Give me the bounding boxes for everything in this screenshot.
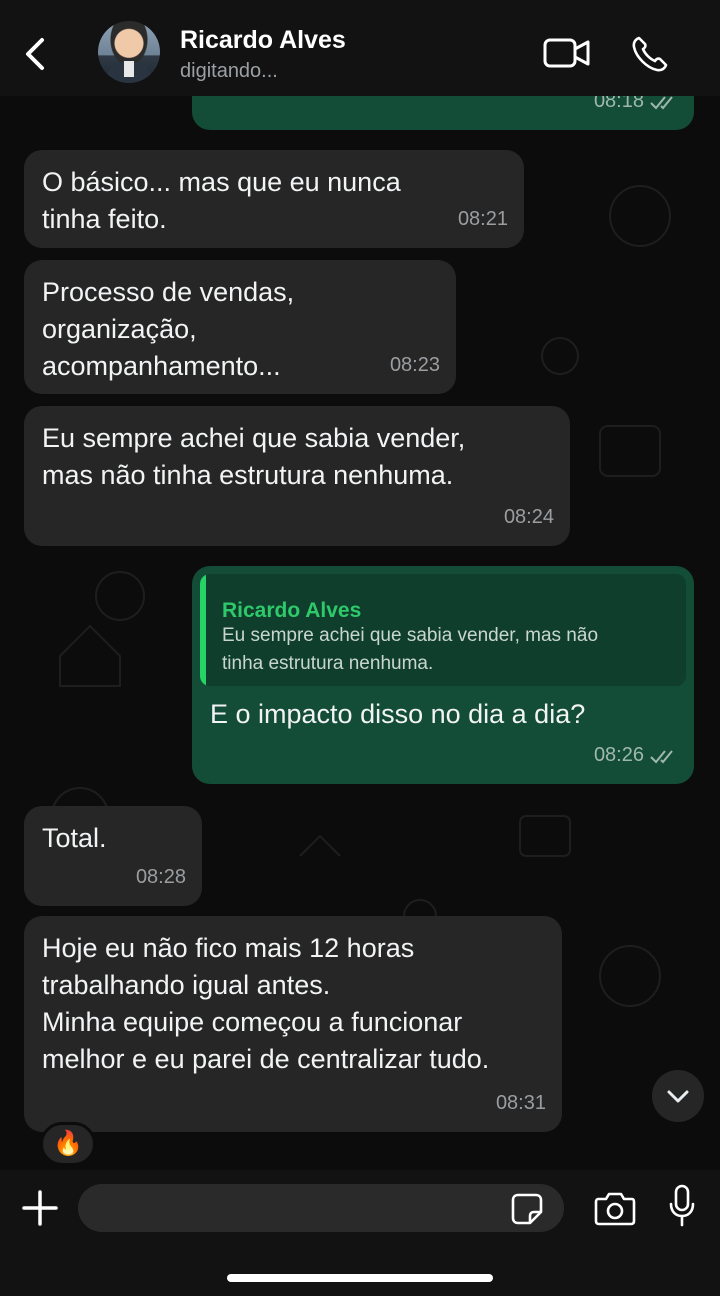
chat-header: Ricardo Alves digitando... xyxy=(0,0,720,96)
message-text: Total. xyxy=(42,823,107,853)
quote-accent-bar xyxy=(200,574,206,686)
message-bubble-incoming[interactable]: Total. 08:28 xyxy=(24,806,202,906)
message-line: Eu sempre achei que sabia vender, xyxy=(42,423,466,453)
phone-icon[interactable] xyxy=(630,34,670,74)
chat-area[interactable]: 08:18 O básico... mas que eu nunca tinha… xyxy=(0,96,720,1170)
message-line: O básico... mas que eu nunca xyxy=(42,167,401,197)
message-time: 08:18 xyxy=(593,96,644,112)
message-bubble-incoming[interactable]: Processo de vendas, organização, acompan… xyxy=(24,260,456,394)
sticker-icon[interactable] xyxy=(510,1192,544,1226)
contact-name[interactable]: Ricardo Alves xyxy=(180,26,346,55)
message-bubble-incoming[interactable]: O básico... mas que eu nunca tinha feito… xyxy=(24,150,524,248)
double-check-icon xyxy=(650,96,673,109)
chevron-down-icon[interactable] xyxy=(652,1070,704,1122)
message-meta: 08:18 xyxy=(594,96,678,120)
message-time: 08:31 xyxy=(495,1092,546,1114)
quote-line: Eu sempre achei que sabia vender, mas nã… xyxy=(222,625,599,646)
message-line: mas não tinha estrutura nenhuma. xyxy=(42,460,454,490)
message-time: 08:23 xyxy=(389,354,440,376)
message-bubble-incoming[interactable]: Hoje eu não fico mais 12 horas trabalhan… xyxy=(24,916,562,1132)
quote-text: Eu sempre achei que sabia vender, mas nã… xyxy=(222,622,670,678)
avatar-collar xyxy=(124,61,134,77)
message-bubble-outgoing[interactable]: 08:18 xyxy=(192,96,694,130)
home-indicator xyxy=(227,1274,493,1282)
message-time: 08:28 xyxy=(135,866,186,888)
message-text: E o impacto disso no dia a dia? xyxy=(210,699,586,729)
microphone-icon[interactable] xyxy=(668,1184,696,1228)
message-time: 08:21 xyxy=(457,208,508,230)
double-check-icon xyxy=(650,749,673,763)
message-line: organização, xyxy=(42,314,197,344)
message-line: tinha feito. xyxy=(42,204,167,234)
message-bubble-outgoing[interactable]: Ricardo Alves Eu sempre achei que sabia … xyxy=(192,566,694,784)
message-line: Minha equipe começou a funcionar xyxy=(42,1007,463,1037)
message-meta: 08:26 xyxy=(594,737,678,774)
message-line: melhor e eu parei de centralizar tudo. xyxy=(42,1044,490,1074)
message-time: 08:24 xyxy=(503,506,554,528)
plus-icon[interactable] xyxy=(20,1188,60,1228)
message-time: 08:26 xyxy=(593,744,644,766)
message-line: Processo de vendas, xyxy=(42,277,295,307)
camera-icon[interactable] xyxy=(594,1190,636,1226)
message-bubble-incoming[interactable]: Eu sempre achei que sabia vender, mas nã… xyxy=(24,406,570,546)
message-line: Hoje eu não fico mais 12 horas xyxy=(42,933,415,963)
quoted-message[interactable]: Ricardo Alves Eu sempre achei que sabia … xyxy=(200,574,686,686)
back-arrow-icon[interactable] xyxy=(20,34,52,74)
message-line: acompanhamento... xyxy=(42,351,281,381)
composer-bar xyxy=(0,1170,720,1296)
avatar[interactable] xyxy=(98,21,160,83)
message-reaction[interactable]: 🔥 xyxy=(40,1122,96,1166)
message-input[interactable] xyxy=(78,1184,564,1232)
contact-status: digitando... xyxy=(180,60,278,82)
quote-line: tinha estrutura nenhuma. xyxy=(222,653,434,674)
video-call-icon[interactable] xyxy=(543,36,591,70)
message-line: trabalhando igual antes. xyxy=(42,970,331,1000)
